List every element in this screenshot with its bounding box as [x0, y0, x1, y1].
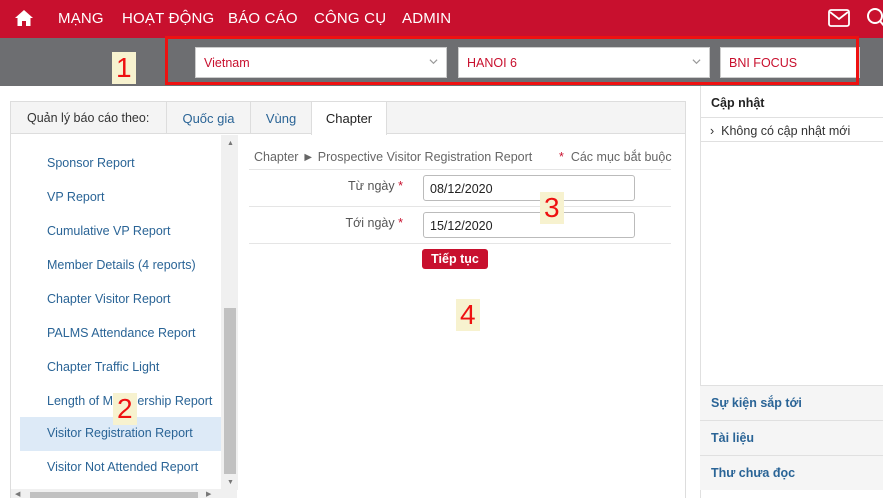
updates-title: Cập nhật: [711, 96, 765, 110]
from-date-label: Từ ngày *: [293, 179, 403, 193]
report-item-member-details[interactable]: Member Details (4 reports): [20, 249, 221, 283]
scroll-right-arrow-icon[interactable]: ▶: [206, 491, 211, 498]
to-date-label-text: Tới ngày: [345, 216, 395, 230]
nav-admin[interactable]: ADMIN: [402, 10, 451, 27]
tab-vung[interactable]: Vùng: [250, 102, 311, 134]
scroll-down-arrow-icon[interactable]: ▼: [227, 479, 234, 486]
report-item-sponsor[interactable]: Sponsor Report: [20, 147, 221, 181]
breadcrumb: Chapter ► Prospective Visitor Registrati…: [254, 150, 533, 164]
updates-divider: [700, 117, 883, 118]
to-date-input[interactable]: 15/12/2020: [423, 212, 635, 238]
form-divider: [249, 206, 671, 207]
annotation-3: 3: [540, 192, 564, 224]
report-item-label: Visitor Registration Report: [47, 426, 193, 440]
report-item-label: Chapter Traffic Light: [47, 360, 160, 374]
continue-button[interactable]: Tiếp tục: [422, 249, 488, 269]
report-item-label: VP Report: [47, 190, 105, 204]
report-list-hscroll-thumb[interactable]: [30, 492, 198, 498]
updates-divider: [700, 141, 883, 142]
tab-chapter[interactable]: Chapter: [311, 102, 387, 135]
form-divider: [249, 169, 671, 170]
report-item-palms-attendance[interactable]: PALMS Attendance Report: [20, 317, 221, 351]
report-item-visitor-not-attended[interactable]: Visitor Not Attended Report: [20, 451, 221, 485]
unread-mail-section[interactable]: Thư chưa đọc: [700, 455, 883, 490]
scroll-up-arrow-icon[interactable]: ▲: [227, 140, 234, 147]
chevron-right-icon: ›: [710, 124, 715, 138]
documents-section[interactable]: Tài liệu: [700, 420, 883, 455]
from-date-input[interactable]: 08/12/2020: [423, 175, 635, 201]
nav-cong-cu[interactable]: CÔNG CỤ: [314, 10, 386, 27]
report-item-label: Cumulative VP Report: [47, 224, 171, 238]
report-item-vp[interactable]: VP Report: [20, 181, 221, 215]
report-item-label: Sponsor Report: [47, 156, 135, 170]
home-icon[interactable]: [14, 8, 34, 28]
tab-quoc-gia[interactable]: Quốc gia: [166, 102, 250, 134]
required-note-text: Các mục bắt buộc: [570, 150, 672, 164]
report-item-label: PALMS Attendance Report: [47, 326, 196, 340]
report-list-scroll-thumb[interactable]: [224, 308, 236, 474]
tab-bar-label: Quản lý báo cáo theo:: [27, 111, 150, 125]
mail-icon[interactable]: [828, 9, 850, 27]
required-star-icon: *: [398, 179, 403, 193]
report-item-traffic-light[interactable]: Chapter Traffic Light: [20, 351, 221, 385]
report-item-label: Member Details (4 reports): [47, 258, 196, 272]
to-date-label: Tới ngày *: [293, 216, 403, 230]
report-item-cumulative-vp[interactable]: Cumulative VP Report: [20, 215, 221, 249]
no-updates-text: Không có cập nhật mới: [721, 124, 851, 138]
required-star-icon: *: [398, 216, 403, 230]
annotation-4: 4: [456, 299, 480, 331]
from-date-label-text: Từ ngày: [348, 179, 395, 193]
report-item-label: Chapter Visitor Report: [47, 292, 171, 306]
report-list: Sponsor Report VP Report Cumulative VP R…: [11, 135, 221, 498]
update-item: › Không có cập nhật mới: [710, 124, 850, 138]
nav-bao-cao[interactable]: BÁO CÁO: [228, 10, 298, 27]
upcoming-events-section[interactable]: Sự kiện sắp tới: [700, 385, 883, 420]
required-star-icon: *: [559, 150, 564, 164]
scroll-left-arrow-icon[interactable]: ◀: [15, 491, 20, 498]
filter-highlight-box: [165, 36, 859, 85]
top-nav: MẠNG HOẠT ĐỘNG BÁO CÁO CÔNG CỤ ADMIN: [0, 0, 883, 38]
search-icon[interactable]: [866, 7, 883, 29]
report-item-label: Visitor Not Attended Report: [47, 460, 199, 474]
report-item-chapter-visitor[interactable]: Chapter Visitor Report: [20, 283, 221, 317]
required-note: * Các mục bắt buộc: [559, 150, 672, 164]
nav-hoat-dong[interactable]: HOẠT ĐỘNG: [122, 10, 214, 27]
annotation-2: 2: [113, 393, 137, 425]
nav-mang[interactable]: MẠNG: [58, 10, 104, 27]
form-divider: [249, 243, 671, 244]
annotation-1: 1: [112, 52, 136, 84]
